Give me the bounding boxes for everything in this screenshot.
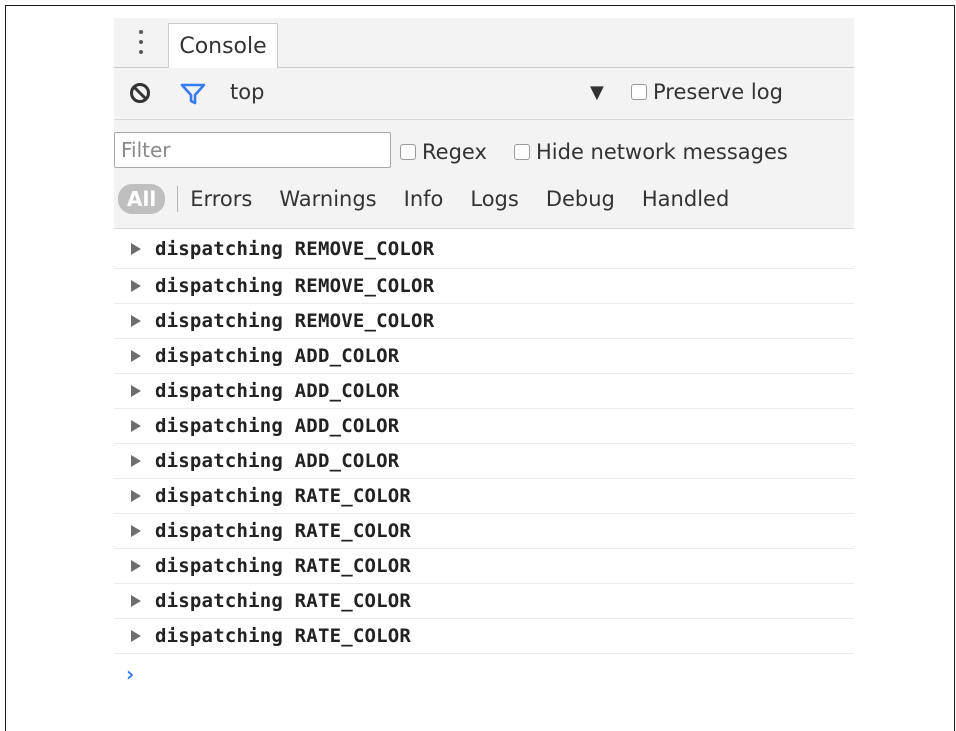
preserve-log-checkbox[interactable]: Preserve log bbox=[631, 80, 783, 104]
console-prompt-row[interactable]: › bbox=[114, 654, 854, 689]
log-row[interactable]: dispatching RATE_COLOR bbox=[114, 549, 854, 584]
log-message: dispatching RATE_COLOR bbox=[155, 555, 412, 577]
context-dropdown-icon[interactable]: ▼ bbox=[590, 82, 604, 103]
log-row[interactable]: dispatching RATE_COLOR bbox=[114, 514, 854, 549]
tab-console[interactable]: Console bbox=[168, 23, 278, 68]
expand-caret-icon[interactable] bbox=[131, 420, 141, 432]
log-message: dispatching ADD_COLOR bbox=[155, 345, 400, 367]
log-message: dispatching RATE_COLOR bbox=[155, 520, 412, 542]
expand-caret-icon[interactable] bbox=[131, 560, 141, 572]
log-message: dispatching ADD_COLOR bbox=[155, 415, 400, 437]
prompt-chevron-icon: › bbox=[126, 662, 135, 686]
expand-caret-icon[interactable] bbox=[131, 455, 141, 467]
hide-network-checkbox[interactable]: Hide network messages bbox=[514, 140, 788, 164]
expand-caret-icon[interactable] bbox=[131, 490, 141, 502]
regex-label: Regex bbox=[422, 140, 487, 164]
console-toolbar: top ▼ Preserve log bbox=[114, 68, 854, 120]
more-options-icon[interactable] bbox=[134, 30, 148, 54]
expand-caret-icon[interactable] bbox=[131, 385, 141, 397]
level-errors-button[interactable]: Errors bbox=[190, 187, 252, 211]
level-info-button[interactable]: Info bbox=[404, 187, 444, 211]
divider bbox=[177, 186, 179, 212]
level-logs-button[interactable]: Logs bbox=[470, 187, 518, 211]
expand-caret-icon[interactable] bbox=[131, 315, 141, 327]
level-debug-button[interactable]: Debug bbox=[546, 187, 615, 211]
regex-checkbox[interactable]: Regex bbox=[400, 140, 487, 164]
log-message: dispatching REMOVE_COLOR bbox=[155, 310, 435, 332]
log-message: dispatching RATE_COLOR bbox=[155, 590, 412, 612]
expand-caret-icon[interactable] bbox=[131, 280, 141, 292]
log-row[interactable]: dispatching ADD_COLOR bbox=[114, 409, 854, 444]
log-message: dispatching ADD_COLOR bbox=[155, 450, 400, 472]
level-all-button[interactable]: All bbox=[118, 184, 166, 214]
level-handled-button[interactable]: Handled bbox=[642, 187, 729, 211]
clear-console-icon[interactable] bbox=[128, 81, 152, 105]
log-row[interactable]: dispatching RATE_COLOR bbox=[114, 584, 854, 619]
expand-caret-icon[interactable] bbox=[131, 350, 141, 362]
log-level-filters: All Errors Warnings Info Logs Debug Hand… bbox=[118, 182, 756, 216]
log-message: dispatching RATE_COLOR bbox=[155, 485, 412, 507]
devtools-panel: Console top ▼ Preserve log Regex Hide ne… bbox=[114, 18, 854, 689]
expand-caret-icon[interactable] bbox=[131, 525, 141, 537]
expand-caret-icon[interactable] bbox=[131, 630, 141, 642]
expand-caret-icon[interactable] bbox=[131, 595, 141, 607]
log-row[interactable]: dispatching RATE_COLOR bbox=[114, 479, 854, 514]
tab-bar: Console bbox=[114, 18, 854, 68]
preserve-log-label: Preserve log bbox=[653, 80, 783, 104]
log-message: dispatching ADD_COLOR bbox=[155, 380, 400, 402]
hide-network-check[interactable] bbox=[514, 144, 530, 160]
context-selector[interactable]: top bbox=[230, 80, 264, 104]
log-message: dispatching REMOVE_COLOR bbox=[155, 275, 435, 297]
log-row[interactable]: dispatching ADD_COLOR bbox=[114, 339, 854, 374]
expand-caret-icon[interactable] bbox=[131, 242, 141, 255]
preserve-log-check[interactable] bbox=[631, 84, 647, 100]
regex-check[interactable] bbox=[400, 144, 416, 160]
log-row[interactable]: dispatching REMOVE_COLOR bbox=[114, 304, 854, 339]
filter-bar: Regex Hide network messages All Errors W… bbox=[114, 120, 854, 229]
hide-network-label: Hide network messages bbox=[536, 140, 788, 164]
log-row[interactable]: dispatching ADD_COLOR bbox=[114, 374, 854, 409]
filter-icon[interactable] bbox=[180, 82, 206, 106]
console-messages: dispatching REMOVE_COLOR dispatching REM… bbox=[114, 229, 854, 689]
log-row[interactable]: dispatching REMOVE_COLOR bbox=[114, 229, 854, 269]
level-warnings-button[interactable]: Warnings bbox=[279, 187, 376, 211]
log-message: dispatching RATE_COLOR bbox=[155, 625, 412, 647]
log-row[interactable]: dispatching RATE_COLOR bbox=[114, 619, 854, 654]
log-row[interactable]: dispatching REMOVE_COLOR bbox=[114, 269, 854, 304]
filter-input[interactable] bbox=[114, 132, 391, 168]
log-message: dispatching REMOVE_COLOR bbox=[155, 237, 435, 260]
log-row[interactable]: dispatching ADD_COLOR bbox=[114, 444, 854, 479]
